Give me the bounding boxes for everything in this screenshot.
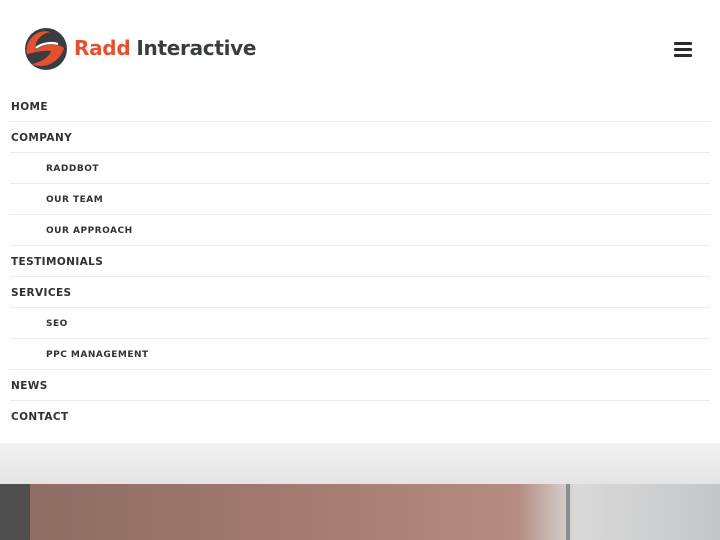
site-header: Radd Interactive — [0, 0, 720, 96]
menu-item-seo[interactable]: SEO — [0, 308, 720, 339]
hamburger-bar — [674, 42, 692, 45]
menu-item-ppc-management[interactable]: PPC MANAGEMENT — [0, 339, 720, 370]
menu-item-contact[interactable]: CONTACT — [0, 401, 720, 432]
brand-name: Radd Interactive — [74, 36, 256, 60]
menu-item-our-approach[interactable]: OUR APPROACH — [0, 215, 720, 246]
radd-logo-icon — [25, 28, 67, 70]
hero-photo-pillar — [566, 484, 570, 540]
brand-name-part2: Interactive — [136, 36, 257, 60]
menu-item-label: HOME — [11, 100, 48, 113]
menu-item-label: TESTIMONIALS — [11, 255, 104, 268]
menu-item-company[interactable]: COMPANY — [0, 122, 720, 153]
menu-item-label: NEWS — [11, 379, 48, 392]
menu-item-label: COMPANY — [11, 131, 73, 144]
hamburger-bar — [674, 54, 692, 57]
menu-item-testimonials[interactable]: TESTIMONIALS — [0, 246, 720, 277]
brand-logo[interactable]: Radd Interactive — [20, 24, 256, 74]
menu-item-label: RADDBOT — [46, 163, 99, 174]
menu-item-services[interactable]: SERVICES — [0, 277, 720, 308]
menu-item-raddbot[interactable]: RADDBOT — [0, 153, 720, 184]
hero-photo — [0, 484, 720, 540]
menu-item-label: OUR TEAM — [46, 194, 104, 205]
hero-top-band — [0, 443, 720, 484]
hero-banner — [0, 443, 720, 540]
menu-item-label: SEO — [46, 318, 68, 329]
mobile-nav-menu: HOME COMPANY RADDBOT OUR TEAM OUR APPROA… — [0, 91, 720, 432]
menu-item-our-team[interactable]: OUR TEAM — [0, 184, 720, 215]
brand-name-part1: Radd — [74, 36, 131, 60]
menu-item-news[interactable]: NEWS — [0, 370, 720, 401]
menu-item-home[interactable]: HOME — [0, 91, 720, 122]
hamburger-bar — [674, 48, 692, 51]
menu-item-label: SERVICES — [11, 286, 72, 299]
hero-photo-edge — [0, 484, 30, 540]
menu-item-label: PPC MANAGEMENT — [46, 349, 149, 360]
menu-item-label: OUR APPROACH — [46, 225, 133, 236]
menu-item-label: CONTACT — [11, 410, 69, 423]
hamburger-menu-icon[interactable] — [674, 42, 692, 57]
